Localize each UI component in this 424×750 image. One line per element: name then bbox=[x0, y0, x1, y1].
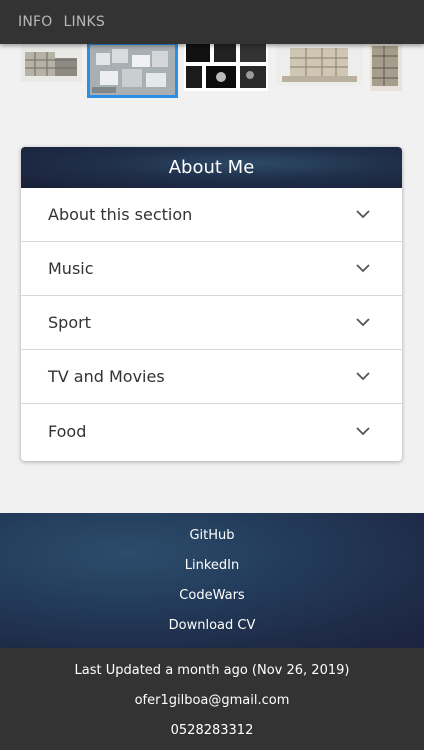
accordion-item-tv-movies[interactable]: TV and Movies bbox=[21, 350, 402, 404]
chevron-down-icon bbox=[356, 370, 370, 384]
gallery-thumbnail-selected[interactable] bbox=[87, 42, 178, 98]
chevron-down-icon bbox=[356, 316, 370, 330]
gallery-thumbnail[interactable] bbox=[370, 42, 402, 91]
top-nav-bar: INFO LINKS bbox=[0, 0, 424, 44]
accordion-item-sport[interactable]: Sport bbox=[21, 296, 402, 350]
about-me-title: About Me bbox=[168, 157, 255, 178]
linkedin-link[interactable]: LinkedIn bbox=[185, 558, 239, 573]
gallery-thumbnail[interactable] bbox=[276, 42, 363, 86]
footer-links-section: GitHub LinkedIn CodeWars Download CV bbox=[0, 513, 424, 648]
gallery-thumbnail[interactable] bbox=[21, 44, 82, 82]
accordion-label: TV and Movies bbox=[48, 367, 165, 386]
github-link[interactable]: GitHub bbox=[189, 528, 234, 543]
accordion-item-about-section[interactable]: About this section bbox=[21, 188, 402, 242]
email-text: ofer1gilboa@gmail.com bbox=[134, 693, 290, 708]
gallery-thumbnail[interactable] bbox=[184, 42, 268, 91]
last-updated-text: Last Updated a month ago (Nov 26, 2019) bbox=[74, 663, 350, 678]
accordion-item-food[interactable]: Food bbox=[21, 404, 402, 458]
accordion-label: About this section bbox=[48, 205, 193, 224]
chevron-down-icon bbox=[356, 262, 370, 276]
nav-links-link[interactable]: LINKS bbox=[63, 14, 104, 30]
accordion-label: Food bbox=[48, 421, 87, 441]
accordion-item-music[interactable]: Music bbox=[21, 242, 402, 296]
footer-info-section: Last Updated a month ago (Nov 26, 2019) … bbox=[0, 648, 424, 750]
chevron-down-icon bbox=[356, 208, 370, 222]
phone-text: 0528283312 bbox=[170, 723, 254, 738]
chevron-down-icon bbox=[356, 424, 370, 438]
codewars-link[interactable]: CodeWars bbox=[179, 588, 244, 603]
accordion-label: Music bbox=[48, 259, 94, 278]
nav-info-link[interactable]: INFO bbox=[18, 14, 52, 30]
accordion-label: Sport bbox=[48, 313, 91, 332]
download-cv-link[interactable]: Download CV bbox=[169, 618, 256, 633]
about-me-header: About Me bbox=[21, 147, 402, 188]
about-me-card: About Me About this section Music Sport … bbox=[21, 147, 402, 461]
